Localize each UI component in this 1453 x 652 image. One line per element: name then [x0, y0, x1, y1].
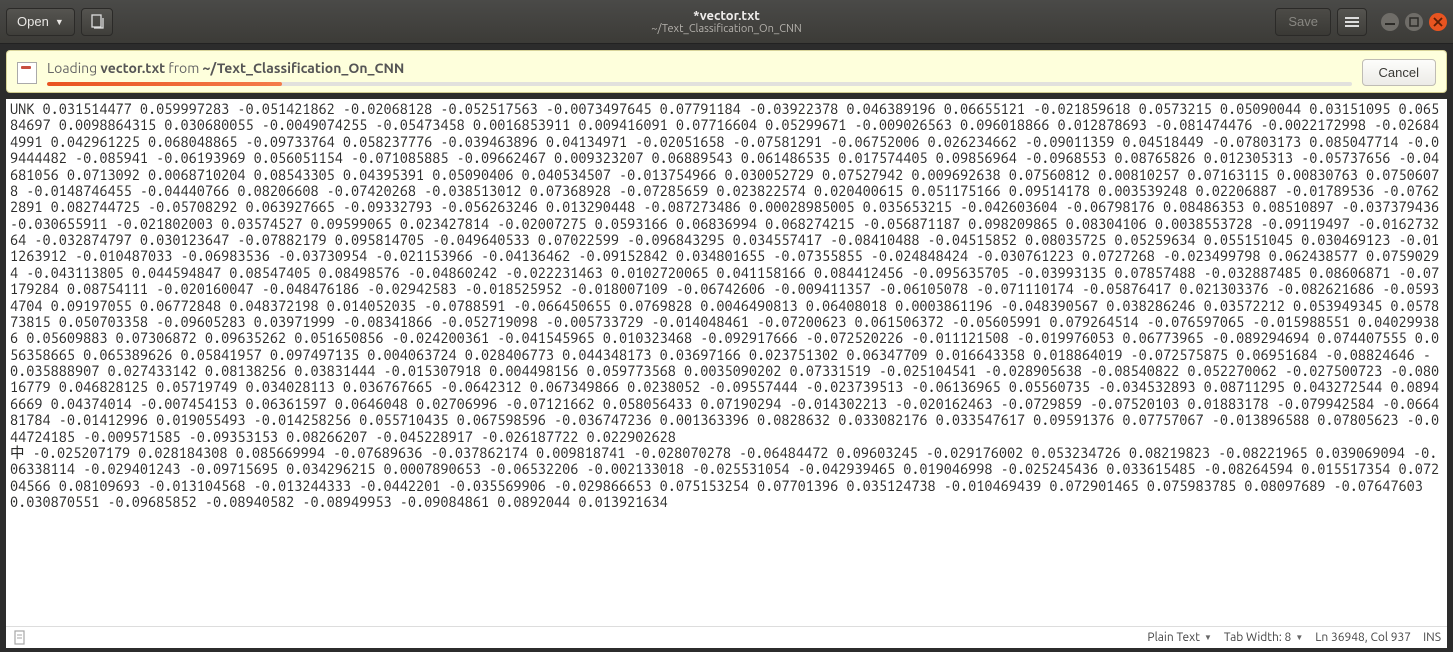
- open-label: Open: [17, 14, 49, 29]
- maximize-icon: [1409, 17, 1419, 27]
- new-document-icon: [89, 14, 105, 30]
- hamburger-menu-button[interactable]: [1337, 8, 1367, 36]
- chevron-down-icon: ▼: [1295, 633, 1303, 642]
- language-selector[interactable]: Plain Text ▼: [1147, 631, 1211, 644]
- loading-progressbar: [47, 82, 1352, 86]
- hamburger-icon: [1345, 15, 1359, 29]
- document-status-icon: [12, 630, 28, 646]
- window-title: *vector.txt: [651, 9, 801, 23]
- tab-width-selector[interactable]: Tab Width: 8 ▼: [1224, 631, 1303, 644]
- insert-mode[interactable]: INS: [1423, 631, 1441, 644]
- save-button: Save: [1275, 8, 1331, 36]
- new-tab-button[interactable]: [81, 8, 113, 36]
- titlebar: Open ▼ *vector.txt ~/Text_Classification…: [0, 0, 1453, 44]
- minimize-icon: [1385, 17, 1395, 27]
- window-close-button[interactable]: [1429, 13, 1447, 31]
- loading-infobar: Loading vector.txt from ~/Text_Classific…: [6, 50, 1447, 93]
- loading-message: Loading vector.txt from ~/Text_Classific…: [47, 60, 1352, 76]
- close-icon: [1433, 17, 1443, 27]
- statusbar: Plain Text ▼ Tab Width: 8 ▼ Ln 36948, Co…: [6, 626, 1447, 648]
- cancel-button[interactable]: Cancel: [1362, 59, 1436, 86]
- window-subtitle: ~/Text_Classification_On_CNN: [651, 23, 801, 35]
- chevron-down-icon: ▼: [1204, 633, 1212, 642]
- window-minimize-button[interactable]: [1381, 13, 1399, 31]
- window-maximize-button[interactable]: [1405, 13, 1423, 31]
- file-icon: [17, 62, 37, 84]
- open-button[interactable]: Open ▼: [6, 8, 75, 36]
- chevron-down-icon: ▼: [55, 17, 64, 27]
- editor-content[interactable]: UNK 0.031514477 0.059997283 -0.051421862…: [6, 99, 1447, 626]
- cursor-position[interactable]: Ln 36948, Col 937: [1315, 631, 1411, 644]
